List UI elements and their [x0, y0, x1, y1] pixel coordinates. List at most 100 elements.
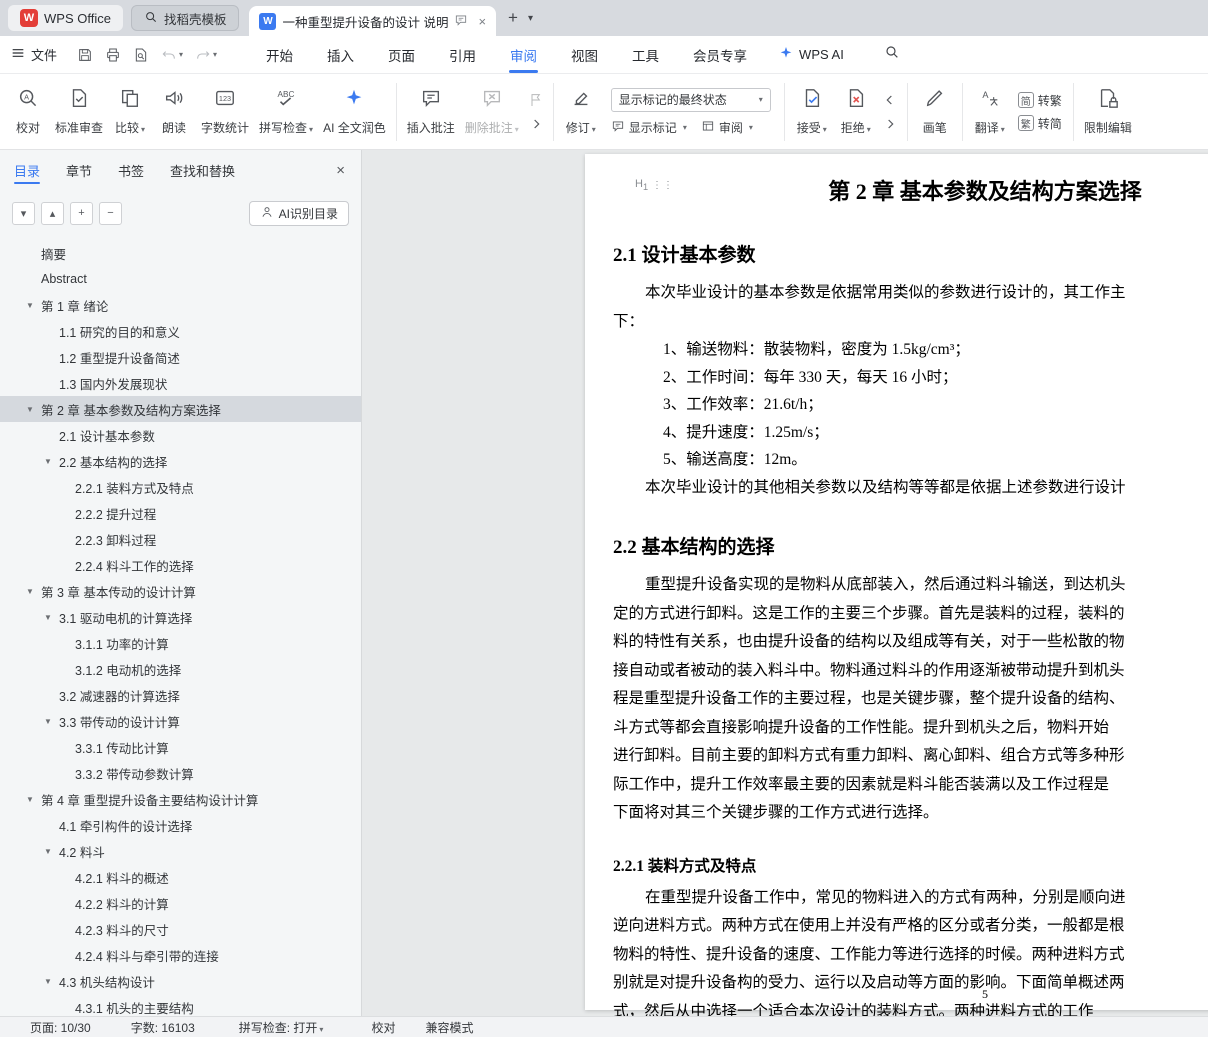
review-pane-button[interactable]: 审阅 ▾	[701, 119, 753, 136]
menu-tab-视图[interactable]: 视图	[554, 36, 615, 73]
document-tab[interactable]: W 一种重型提升设备的设计 说明 ×	[249, 6, 497, 36]
close-sidebar-icon[interactable]: ×	[336, 162, 345, 179]
file-menu-button[interactable]: 文件	[10, 45, 57, 64]
toc-item[interactable]: 4.2.2 料斗的计算	[0, 890, 361, 916]
toc-item[interactable]: 4.3.1 机头的主要结构	[0, 994, 361, 1016]
word-count-button[interactable]: 字数统计	[196, 79, 254, 145]
simplified-to-traditional-button[interactable]: 简 转繁	[1017, 92, 1062, 109]
menu-tab-开始[interactable]: 开始	[249, 36, 310, 73]
toc-item[interactable]: 3.2 减速器的计算选择	[0, 682, 361, 708]
standard-review-button[interactable]: 标准审查	[50, 79, 108, 145]
toc-item[interactable]: Abstract	[0, 266, 361, 292]
menu-tab-工具[interactable]: 工具	[615, 36, 676, 73]
menu-tab-引用[interactable]: 引用	[432, 36, 493, 73]
toc-item[interactable]: 2.1 设计基本参数	[0, 422, 361, 448]
template-tab[interactable]: 找稻壳模板	[130, 5, 240, 31]
toc-collapse-button[interactable]: ▾	[12, 201, 35, 225]
translate-button[interactable]: 翻译 ▾	[968, 79, 1012, 145]
undo-button[interactable]: ▾	[161, 47, 183, 63]
tab-list-chevron-icon[interactable]: ▾	[528, 13, 533, 24]
toc-item[interactable]: ▼ 第 1 章 绪论	[0, 292, 361, 318]
toc-item[interactable]: ▼ 3.3 带传动的设计计算	[0, 708, 361, 734]
toc-expand-arrow-icon[interactable]: ▼	[44, 847, 59, 856]
reject-button[interactable]: 拒绝 ▾	[834, 79, 878, 145]
status-page-indicator[interactable]: 页面: 10/30	[30, 1019, 91, 1036]
toc-zoom-out-button[interactable]: −	[99, 201, 122, 225]
toc-item[interactable]: ▼ 2.2 基本结构的选择	[0, 448, 361, 474]
previous-comment-icon[interactable]	[528, 92, 544, 108]
proofread-button[interactable]: 校对	[6, 79, 50, 145]
sidebar-tab-章节[interactable]: 章节	[66, 150, 92, 190]
status-proofread[interactable]: 校对	[371, 1019, 395, 1036]
restrict-edit-button[interactable]: 限制编辑	[1079, 79, 1137, 145]
ai-polish-button[interactable]: AI 全文润色	[318, 79, 391, 145]
read-aloud-button[interactable]: 朗读	[152, 79, 196, 145]
toc-item[interactable]: 2.2.1 装料方式及特点	[0, 474, 361, 500]
traditional-to-simplified-button[interactable]: 繁 转简	[1017, 115, 1062, 132]
toc-item[interactable]: 4.2.1 料斗的概述	[0, 864, 361, 890]
wps-home-tab[interactable]: W WPS Office	[8, 5, 123, 31]
toc-expand-arrow-icon[interactable]: ▼	[26, 301, 41, 310]
insert-comment-button[interactable]: 插入批注	[402, 79, 460, 145]
toc-item[interactable]: 3.3.1 传动比计算	[0, 734, 361, 760]
print-preview-button[interactable]	[133, 47, 149, 63]
print-button[interactable]	[105, 47, 121, 63]
next-comment-icon[interactable]	[528, 116, 544, 132]
toc-item[interactable]: 3.1.1 功率的计算	[0, 630, 361, 656]
compare-button[interactable]: 比较 ▾	[108, 79, 152, 145]
toc-expand-arrow-icon[interactable]: ▼	[44, 457, 59, 466]
toc-item[interactable]: ▼ 3.1 驱动电机的计算选择	[0, 604, 361, 630]
toc-item[interactable]: 4.1 牵引构件的设计选择	[0, 812, 361, 838]
redo-button[interactable]: ▾	[195, 47, 217, 63]
brush-button[interactable]: 画笔	[913, 79, 957, 145]
toc-item[interactable]: 1.1 研究的目的和意义	[0, 318, 361, 344]
toc-item[interactable]: 3.1.2 电动机的选择	[0, 656, 361, 682]
menu-tab-会员专享[interactable]: 会员专享	[676, 36, 764, 73]
new-tab-icon[interactable]: +	[508, 8, 518, 28]
toc-item[interactable]: 摘要	[0, 240, 361, 266]
previous-revision-icon[interactable]	[882, 92, 898, 108]
wps-ai-button[interactable]: WPS AI	[778, 45, 844, 64]
menu-tab-插入[interactable]: 插入	[310, 36, 371, 73]
sidebar-tab-查找和替换[interactable]: 查找和替换	[170, 150, 235, 190]
save-button[interactable]	[77, 47, 93, 63]
toc-item[interactable]: ▼ 4.2 料斗	[0, 838, 361, 864]
next-revision-icon[interactable]	[882, 116, 898, 132]
markup-state-dropdown[interactable]: 显示标记的最终状态 ▾	[610, 87, 771, 112]
toc-item[interactable]: 3.3.2 带传动参数计算	[0, 760, 361, 786]
toc-item[interactable]: 4.2.3 料斗的尺寸	[0, 916, 361, 942]
toc-item[interactable]: 4.2.4 料斗与牵引带的连接	[0, 942, 361, 968]
show-markup-button[interactable]: 显示标记 ▾	[611, 119, 687, 136]
toc-item[interactable]: 1.3 国内外发展现状	[0, 370, 361, 396]
toc-item[interactable]: 2.2.4 料斗工作的选择	[0, 552, 361, 578]
sidebar-tab-书签[interactable]: 书签	[118, 150, 144, 190]
toc-item[interactable]: 2.2.2 提升过程	[0, 500, 361, 526]
toc-expand-arrow-icon[interactable]: ▼	[26, 795, 41, 804]
spell-check-button[interactable]: 拼写检查 ▾	[254, 79, 318, 145]
toc-item[interactable]: ▼ 第 4 章 重型提升设备主要结构设计计算	[0, 786, 361, 812]
close-doc-tab-icon[interactable]: ×	[478, 14, 486, 29]
track-changes-button[interactable]: 修订 ▾	[559, 79, 603, 145]
sidebar-tab-目录[interactable]: 目录	[14, 150, 41, 190]
toc-expand-arrow-icon[interactable]: ▼	[26, 587, 41, 596]
document-page[interactable]: H1 ⋮⋮ 第 2 章 基本参数及结构方案选择 2.1 设计基本参数 本次毕业设计…	[585, 154, 1208, 1016]
toc-item[interactable]: ▼ 4.3 机头结构设计	[0, 968, 361, 994]
ai-recognize-toc-button[interactable]: AI识别目录	[248, 200, 349, 226]
toc-expand-arrow-icon[interactable]: ▼	[44, 977, 59, 986]
toc-zoom-in-button[interactable]: +	[70, 201, 93, 225]
search-icon[interactable]	[884, 44, 900, 65]
delete-comment-button[interactable]: 删除批注 ▾	[460, 79, 524, 145]
menu-tab-页面[interactable]: 页面	[371, 36, 432, 73]
toc-expand-arrow-icon[interactable]: ▼	[44, 613, 59, 622]
heading-handle[interactable]: H1 ⋮⋮	[635, 178, 674, 192]
status-word-count[interactable]: 字数: 16103	[131, 1019, 195, 1036]
toc-expand-arrow-icon[interactable]: ▼	[26, 405, 41, 414]
toc-item[interactable]: ▼ 第 3 章 基本传动的设计计算	[0, 578, 361, 604]
status-spell-check[interactable]: 拼写检查: 打开 ▾	[239, 1019, 324, 1036]
toc-expand-button[interactable]: ▴	[41, 201, 64, 225]
accept-button[interactable]: 接受 ▾	[790, 79, 834, 145]
toc-item[interactable]: ▼ 第 2 章 基本参数及结构方案选择	[0, 396, 361, 422]
toc-item[interactable]: 1.2 重型提升设备简述	[0, 344, 361, 370]
toc-item[interactable]: 2.2.3 卸料过程	[0, 526, 361, 552]
toc-expand-arrow-icon[interactable]: ▼	[44, 717, 59, 726]
